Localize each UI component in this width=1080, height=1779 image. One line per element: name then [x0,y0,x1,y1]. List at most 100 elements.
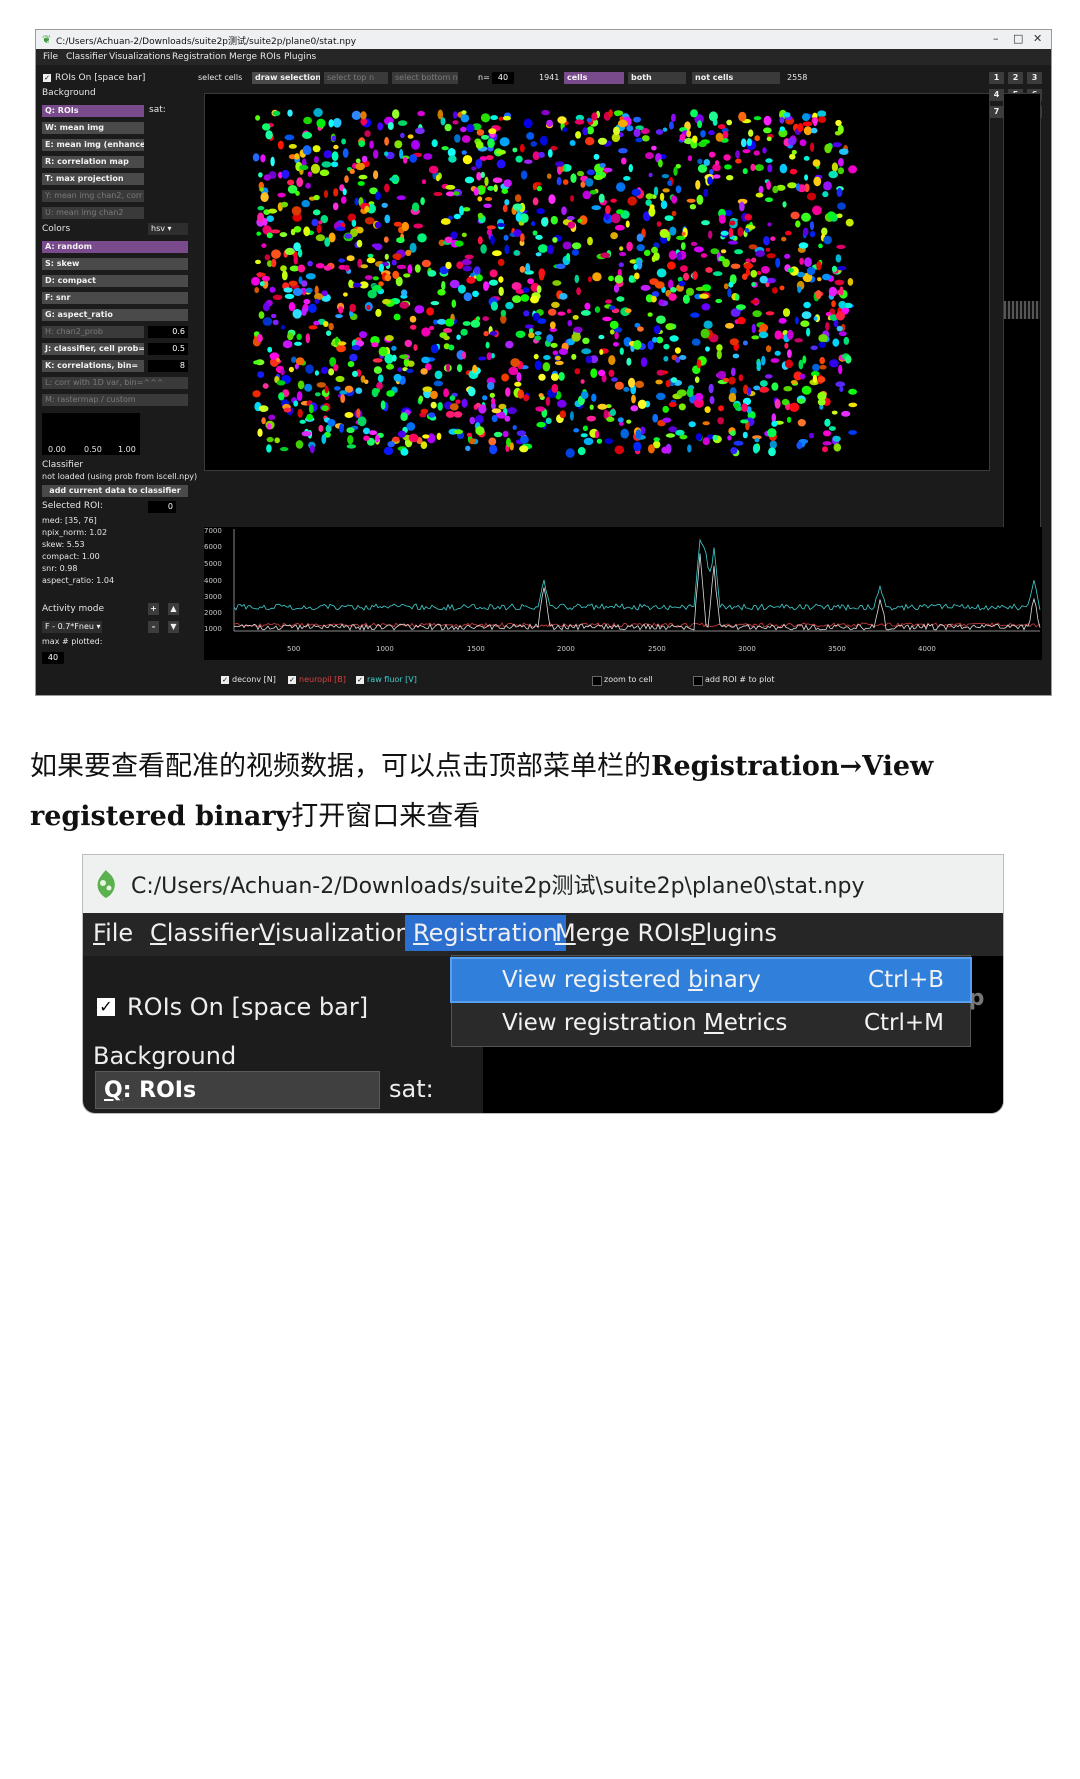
roi-blob [280,324,285,330]
menu-visualizations[interactable]: Visualizations [259,919,423,947]
side-cell-view[interactable] [1003,93,1041,535]
maximize-button[interactable]: □ [1013,32,1023,45]
cell-prob-input[interactable]: 0.5 [148,343,188,355]
roi-blob [626,419,632,424]
menu-registration[interactable]: Registration [405,915,566,951]
minimize-button[interactable]: – [993,32,999,45]
roi-blob [763,236,770,246]
roi-blob [452,191,460,196]
color-compact-button[interactable]: D: compact [42,275,188,287]
roi-blob [519,445,529,453]
roi-blob [515,330,526,338]
selected-roi-input[interactable]: 0 [148,501,176,513]
menu-plugins[interactable]: Plugins [284,52,316,62]
menu-classifier[interactable]: Classifier [66,52,107,62]
minus-button[interactable]: - [148,621,159,633]
color-aspect-ratio-button[interactable]: G: aspect_ratio [42,309,188,321]
roi-blob [364,205,370,213]
arrow-down-icon[interactable]: ▼ [168,621,179,633]
bg-mean-img-button[interactable]: W: mean img [42,122,144,134]
select-top-n-button[interactable]: select top n [324,72,388,84]
roi-blob [556,177,562,186]
grid-button-7[interactable]: 7 [989,106,1004,118]
bg-correlation-map-button[interactable]: R: correlation map [42,156,144,168]
menu-visualizations[interactable]: Visualizations [109,52,171,62]
bg-rois-button[interactable]: Q: ROIs [42,105,144,117]
activity-mode-select[interactable]: F - 0.7*Fneu ▾ [42,621,102,633]
bg-mean-chan2-button[interactable]: U: mean img chan2 [42,207,144,219]
roi-blob [671,210,677,217]
color-snr-button[interactable]: F: snr [42,292,188,304]
roi-image-view[interactable] [204,93,990,471]
max-plotted-input[interactable]: 40 [42,652,64,664]
menu-registration[interactable]: Registration [172,52,226,62]
activity-mode-label: Activity mode [42,604,105,614]
raw-fluor-checkbox[interactable]: ✓ [356,676,364,684]
view-registration-metrics-item[interactable]: View registration Metrics Ctrl+M [452,1002,970,1044]
roi-blob [617,119,628,128]
select-bottom-n-button[interactable]: select bottom n [392,72,458,84]
menu-plugins[interactable]: Plugins [691,919,777,947]
view-not-cells-button[interactable]: not cells [692,72,780,84]
color-rastermap-button[interactable]: M: rastermap / custom [42,394,188,406]
roi-blob [297,264,306,273]
plus-button[interactable]: + [148,603,159,615]
menu-merge-rois[interactable]: Merge ROIs [555,919,693,947]
menu-file[interactable]: File [43,52,58,62]
color-classifier-button[interactable]: J: classifier, cell prob= [42,343,144,355]
grid-button-3[interactable]: 3 [1027,72,1042,84]
grid-button-2[interactable]: 2 [1008,72,1023,84]
roi-blob [598,334,605,340]
arrow-up-icon[interactable]: ▲ [168,603,179,615]
neuropil-checkbox[interactable]: ✓ [288,676,296,684]
grid-button-4[interactable]: 4 [989,89,1004,101]
roi-blob [294,153,300,160]
color-correlations-button[interactable]: K: correlations, bin= [42,360,144,372]
roi-blob [501,188,509,194]
roi-blob [636,244,645,252]
add-to-classifier-button[interactable]: add current data to classifier [42,485,188,497]
add-roi-checkbox[interactable] [693,676,703,686]
n-input[interactable]: 40 [492,72,514,84]
menu-classifier[interactable]: Classifier [150,919,260,947]
roi-blob [351,344,361,351]
roi-blob [470,319,481,328]
roi-blob [288,302,296,312]
view-registered-binary-item[interactable]: View registered binary Ctrl+B [450,957,972,1003]
color-random-button[interactable]: A: random [42,241,188,253]
view-both-button[interactable]: both [628,72,686,84]
roi-blob [480,244,487,254]
roi-blob [452,120,459,125]
roi-blob [751,257,757,263]
view-cells-button[interactable]: cells [564,72,624,84]
corr-bin-input[interactable]: 8 [148,360,188,372]
zoom-to-cell-checkbox[interactable] [592,676,602,686]
roi-blob [284,247,295,256]
roi-blob [455,399,461,405]
bg-max-projection-button[interactable]: T: max projection [42,173,144,185]
colormap-select[interactable]: hsv ▾ [148,223,188,235]
roi-blob [483,330,489,337]
roi-blob [782,308,791,317]
bg-mean-img-enhanced-button[interactable]: E: mean img (enhanced) [42,139,144,151]
menu-merge-rois[interactable]: Merge ROIs [229,52,281,62]
roi-blob [282,340,293,349]
close-button[interactable]: ✕ [1033,32,1042,45]
roi-blob [516,430,527,437]
bg-mean-chan2-corr-button[interactable]: Y: mean img chan2, corr [42,190,144,202]
rois-on-checkbox[interactable]: ✓ [43,74,51,82]
draw-selection-button[interactable]: draw selection [252,72,320,84]
color-corr-1d-button[interactable]: L: corr with 1D var, bin=^^^ [42,377,188,389]
color-chan2-prob-button[interactable]: H: chan2_prob [42,326,144,338]
roi-blob [763,127,772,134]
grid-button-1[interactable]: 1 [989,72,1004,84]
bg-rois-button[interactable]: Q: ROIs [95,1071,380,1109]
color-skew-button[interactable]: S: skew [42,258,188,270]
menu-file[interactable]: File [93,919,133,947]
chan2-prob-input[interactable]: 0.6 [148,326,188,338]
deconv-checkbox[interactable]: ✓ [221,676,229,684]
checkmark-icon[interactable]: ✓ [97,998,115,1016]
roi-blob [634,272,640,280]
trace-plot[interactable]: 7000 6000 5000 4000 3000 2000 1000 500 1… [204,527,1042,660]
roi-blob [562,127,568,133]
